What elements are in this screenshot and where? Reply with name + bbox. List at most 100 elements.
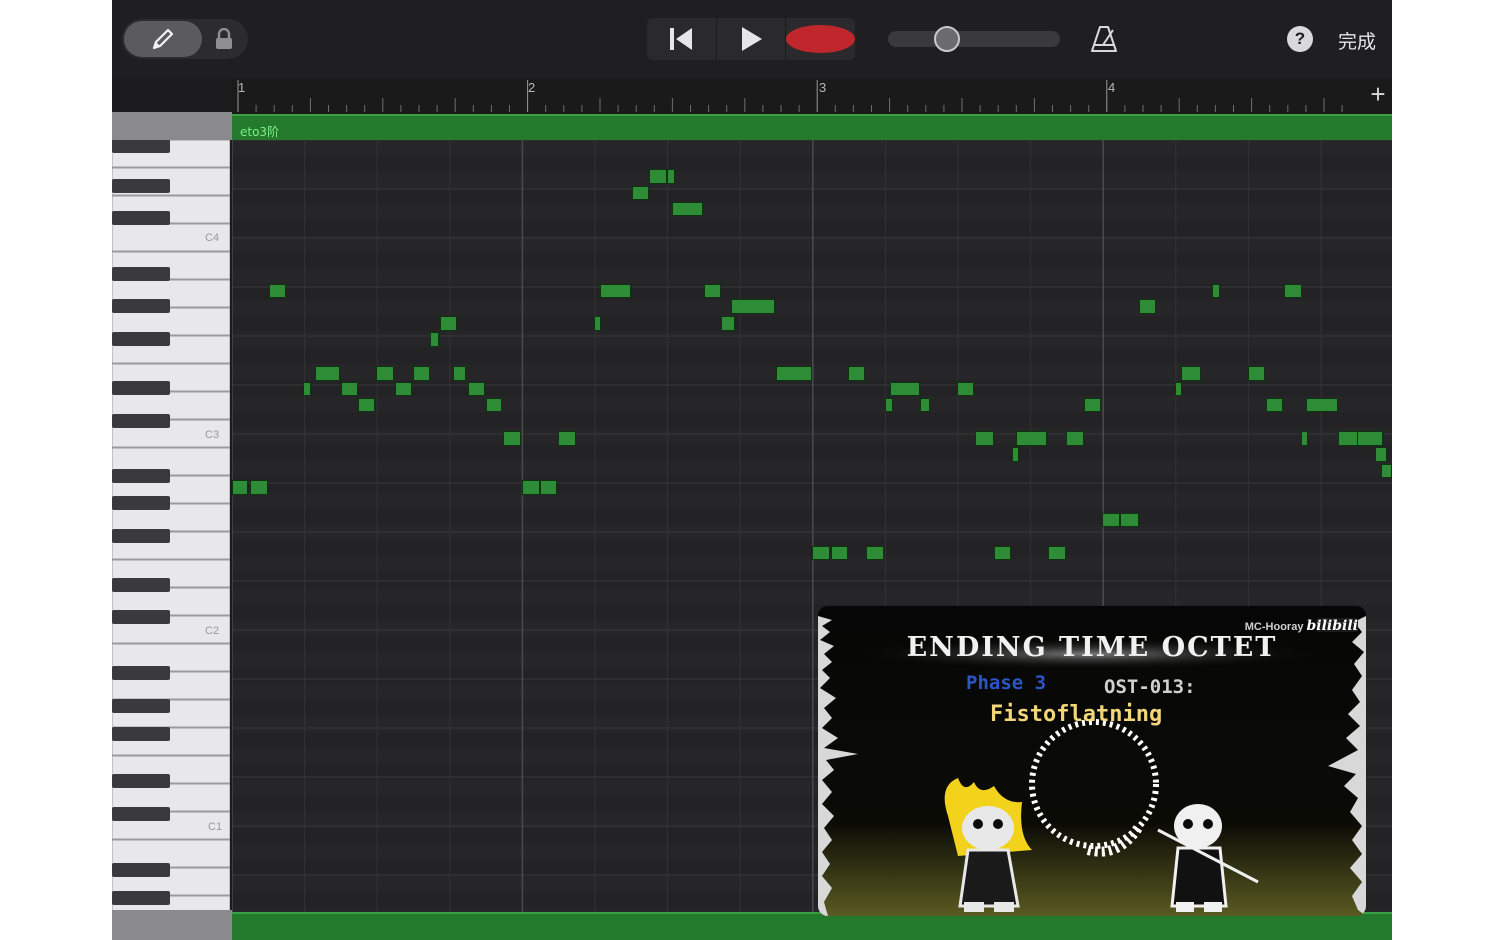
midi-note[interactable] [866, 546, 884, 560]
grid-row-stripe [232, 188, 1392, 204]
midi-note[interactable] [1357, 431, 1383, 446]
midi-note[interactable] [250, 480, 268, 495]
grid-row-stripe [232, 316, 1392, 332]
midi-note[interactable] [957, 382, 974, 396]
midi-note[interactable] [430, 332, 439, 347]
bar-number-1: 1 [238, 80, 246, 95]
midi-note[interactable] [1012, 447, 1019, 462]
midi-note[interactable] [232, 480, 248, 495]
garageband-piano-roll: ? 完成 1 2 3 4 + eto3阶 C4 C3 C2 C1 MC-Hoor… [112, 0, 1392, 940]
region-footer[interactable] [232, 912, 1392, 940]
done-button[interactable]: 完成 [1338, 27, 1376, 54]
midi-note[interactable] [890, 382, 920, 396]
midi-note[interactable] [1048, 546, 1066, 560]
midi-note[interactable] [1338, 431, 1358, 446]
pencil-tool-button[interactable] [124, 21, 202, 57]
rewind-icon [670, 28, 693, 50]
midi-note[interactable] [486, 398, 502, 412]
white-key [112, 839, 230, 868]
black-key [112, 140, 170, 153]
black-key [112, 807, 170, 821]
black-key [112, 332, 170, 346]
midi-note[interactable] [376, 366, 394, 381]
midi-note[interactable] [341, 382, 358, 396]
volume-slider-knob[interactable] [934, 26, 960, 52]
piano-keyboard[interactable]: C4 C3 C2 C1 [112, 140, 230, 910]
midi-note[interactable] [503, 431, 521, 446]
midi-note[interactable] [975, 431, 994, 446]
midi-note[interactable] [395, 382, 412, 396]
ruler-ticks [237, 80, 1343, 112]
midi-note[interactable] [632, 186, 649, 200]
midi-note[interactable] [522, 480, 540, 495]
midi-note[interactable] [453, 366, 466, 381]
midi-note[interactable] [649, 169, 667, 184]
midi-note[interactable] [1102, 513, 1120, 527]
midi-note[interactable] [667, 169, 675, 184]
midi-note[interactable] [600, 284, 631, 298]
midi-note[interactable] [558, 431, 576, 446]
midi-note[interactable] [540, 480, 557, 495]
midi-note[interactable] [1375, 447, 1387, 462]
region-header[interactable]: eto3阶 [232, 114, 1392, 140]
midi-note[interactable] [1120, 513, 1139, 527]
midi-note[interactable] [721, 316, 735, 331]
midi-note[interactable] [920, 398, 930, 412]
midi-note[interactable] [885, 398, 893, 412]
midi-note[interactable] [1181, 366, 1201, 381]
midi-note[interactable] [594, 316, 601, 331]
octave-label-c3: C3 [205, 429, 220, 441]
octave-label-c4: C4 [205, 232, 220, 244]
midi-note[interactable] [1266, 398, 1283, 412]
grid-row-stripe [232, 252, 1392, 268]
top-toolbar: ? 完成 [112, 0, 1392, 78]
midi-note[interactable] [1248, 366, 1265, 381]
record-button[interactable] [786, 18, 856, 60]
midi-note[interactable] [1084, 398, 1101, 412]
thumbnail-phase: Phase 3 [966, 672, 1047, 694]
midi-note[interactable] [704, 284, 721, 298]
midi-note[interactable] [731, 299, 775, 314]
midi-note[interactable] [1016, 431, 1047, 446]
black-key [112, 211, 170, 225]
midi-note[interactable] [812, 546, 830, 560]
timeline-ruler[interactable]: 1 2 3 4 [232, 78, 1392, 114]
black-key [112, 179, 170, 193]
record-icon [786, 25, 856, 53]
midi-note[interactable] [1212, 284, 1220, 298]
play-button[interactable] [717, 18, 787, 60]
black-key [112, 727, 170, 741]
midi-note[interactable] [1139, 299, 1156, 314]
midi-note[interactable] [1175, 382, 1182, 396]
midi-note[interactable] [1301, 431, 1308, 446]
octave-label-c1: C1 [208, 821, 223, 833]
midi-note[interactable] [994, 546, 1011, 560]
midi-note[interactable] [1381, 464, 1392, 478]
black-key [112, 699, 170, 713]
midi-note[interactable] [776, 366, 812, 381]
go-to-beginning-button[interactable] [647, 18, 717, 60]
add-section-button[interactable]: + [1364, 78, 1392, 110]
midi-note[interactable] [1284, 284, 1302, 298]
midi-note[interactable] [315, 366, 340, 381]
midi-note[interactable] [269, 284, 286, 298]
help-button[interactable]: ? [1287, 26, 1313, 52]
midi-note[interactable] [358, 398, 375, 412]
midi-note[interactable] [672, 202, 703, 216]
grid-row-stripe [232, 348, 1392, 364]
midi-note[interactable] [831, 546, 848, 560]
edit-mode-segment[interactable] [122, 19, 248, 59]
metronome-button[interactable] [1089, 24, 1119, 54]
midi-note[interactable] [303, 382, 311, 396]
black-key [112, 469, 170, 483]
midi-note[interactable] [1066, 431, 1084, 446]
midi-note[interactable] [848, 366, 865, 381]
midi-note[interactable] [1306, 398, 1338, 412]
midi-note[interactable] [413, 366, 430, 381]
black-key [112, 529, 170, 543]
master-volume-slider[interactable] [888, 26, 1060, 52]
midi-note[interactable] [468, 382, 485, 396]
grid-row-stripe [232, 412, 1392, 428]
lock-button[interactable] [210, 25, 238, 53]
midi-note[interactable] [440, 316, 457, 331]
